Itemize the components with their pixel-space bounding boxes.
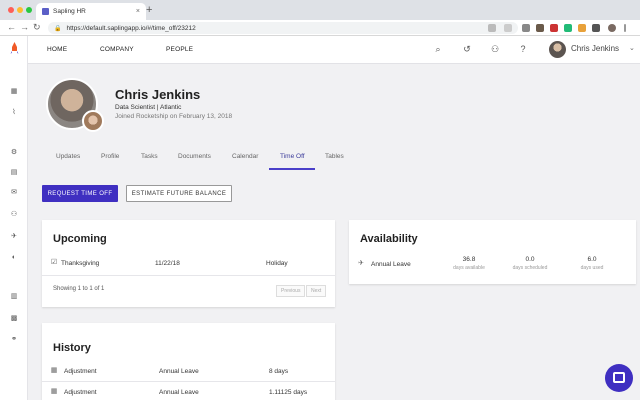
menu-icon[interactable] bbox=[624, 24, 626, 32]
days-scheduled-label: days scheduled bbox=[512, 265, 548, 271]
maximize-window-button[interactable] bbox=[26, 7, 32, 13]
extension-icon[interactable] bbox=[550, 24, 558, 32]
help-icon[interactable]: ? bbox=[518, 44, 528, 54]
nav-people[interactable]: PEOPLE bbox=[166, 46, 193, 53]
security-icon[interactable]: ◐ bbox=[10, 254, 18, 262]
availability-card: Availability ✈ Annual Leave 36.8 days av… bbox=[349, 220, 636, 284]
people-icon[interactable]: ⚇ bbox=[10, 211, 18, 219]
integrations-icon[interactable]: ⚭ bbox=[10, 336, 18, 344]
travel-icon[interactable]: ✈ bbox=[10, 233, 18, 241]
upcoming-row-name: Thanksgiving bbox=[61, 260, 100, 267]
extension-icon[interactable] bbox=[592, 24, 600, 32]
history-row-policy: Annual Leave bbox=[159, 389, 199, 396]
manager-avatar[interactable] bbox=[82, 110, 104, 132]
dashboard-icon[interactable]: ▦ bbox=[10, 88, 18, 96]
history-row-policy: Annual Leave bbox=[159, 368, 199, 375]
next-page-button[interactable]: Next bbox=[306, 285, 327, 297]
profile-icon[interactable] bbox=[608, 24, 616, 32]
extension-icon[interactable] bbox=[536, 24, 544, 32]
close-window-button[interactable] bbox=[8, 7, 14, 13]
upcoming-divider bbox=[42, 275, 335, 276]
days-used-label: days used bbox=[580, 265, 604, 271]
extension-icon[interactable] bbox=[522, 24, 530, 32]
calendar-check-icon: ☑ bbox=[50, 259, 58, 266]
history-divider bbox=[42, 381, 335, 382]
url-text: https://default.saplingapp.io/#/time_off… bbox=[66, 24, 196, 32]
add-person-icon[interactable]: ⚇ bbox=[490, 44, 500, 54]
forward-icon[interactable]: → bbox=[20, 22, 29, 32]
history-row-amount: 1.11125 days bbox=[269, 389, 308, 396]
profile-role: Data Scientist | Atlantic bbox=[115, 104, 182, 111]
company-icon[interactable]: ▥ bbox=[10, 293, 18, 301]
tab-calendar[interactable]: Calendar bbox=[232, 153, 258, 160]
profile-join-date: Joined Rocketship on February 13, 2018 bbox=[115, 113, 233, 120]
tab-documents[interactable]: Documents bbox=[178, 153, 211, 160]
tab-profile[interactable]: Profile bbox=[101, 153, 119, 160]
user-name[interactable]: Chris Jenkins bbox=[571, 44, 619, 53]
history-card: History ▦ Adjustment Annual Leave 8 days… bbox=[42, 323, 335, 400]
request-time-off-button[interactable]: REQUEST TIME OFF bbox=[42, 185, 118, 202]
extension-icon[interactable] bbox=[564, 24, 572, 32]
documents-icon[interactable]: ▤ bbox=[10, 169, 18, 177]
left-rail: ▦ ⌇ ⚙ ▤ ✉ ⚇ ✈ ◐ ▥ ▩ ⚭ bbox=[0, 36, 28, 400]
nav-company[interactable]: COMPANY bbox=[100, 46, 134, 53]
profile-tabs: Updates Profile Tasks Documents Calendar… bbox=[42, 148, 640, 168]
reload-icon[interactable]: ↻ bbox=[33, 22, 41, 33]
browser-tab-bar: Sapling HR × + bbox=[0, 0, 640, 20]
nav-home[interactable]: HOME bbox=[47, 46, 67, 53]
sapling-favicon-icon bbox=[42, 8, 49, 15]
back-icon[interactable]: ← bbox=[7, 22, 16, 32]
browser-address-bar: ← → ↻ 🔒 https://default.saplingapp.io/#/… bbox=[0, 20, 640, 36]
rocket-logo-icon[interactable] bbox=[10, 42, 19, 55]
availability-policy: Annual Leave bbox=[371, 261, 411, 268]
upcoming-showing-count: Showing 1 to 1 of 1 bbox=[53, 286, 105, 292]
previous-page-button[interactable]: Previous bbox=[276, 285, 306, 297]
tab-tasks[interactable]: Tasks bbox=[141, 153, 158, 160]
browser-tab[interactable]: Sapling HR × bbox=[36, 3, 146, 20]
chat-icon bbox=[613, 372, 625, 383]
history-row-type: Adjustment bbox=[64, 389, 97, 396]
upcoming-title: Upcoming bbox=[53, 233, 107, 245]
history-row-type: Adjustment bbox=[64, 368, 97, 375]
days-available-label: days available bbox=[453, 265, 485, 271]
grid-icon[interactable]: ▩ bbox=[10, 315, 18, 323]
active-tab-indicator bbox=[269, 168, 315, 170]
extension-icon[interactable] bbox=[578, 24, 586, 32]
upcoming-row-type: Holiday bbox=[266, 260, 288, 267]
key-icon[interactable] bbox=[488, 24, 496, 32]
history-title: History bbox=[53, 342, 91, 354]
calculator-icon: ▦ bbox=[50, 367, 58, 374]
history-row-amount: 8 days bbox=[269, 368, 289, 375]
new-tab-button[interactable]: + bbox=[146, 4, 152, 16]
reports-icon[interactable]: ⌇ bbox=[10, 109, 18, 117]
browser-tab-title: Sapling HR bbox=[53, 8, 86, 15]
user-avatar[interactable] bbox=[549, 41, 566, 58]
lock-icon: 🔒 bbox=[54, 25, 62, 32]
app-top-nav: HOME COMPANY PEOPLE ⌕ ↺ ⚇ ? Chris Jenkin… bbox=[28, 36, 640, 64]
airplane-icon: ✈ bbox=[358, 260, 364, 267]
days-available-value: 36.8 bbox=[462, 256, 476, 263]
star-icon[interactable] bbox=[504, 24, 512, 32]
mail-icon[interactable]: ✉ bbox=[10, 189, 18, 197]
estimate-future-balance-button[interactable]: ESTIMATE FUTURE BALANCE bbox=[126, 185, 232, 202]
tab-time-off[interactable]: Time Off bbox=[280, 153, 305, 160]
upcoming-card: Upcoming ☑ Thanksgiving 11/22/18 Holiday… bbox=[42, 220, 335, 307]
tab-close-icon[interactable]: × bbox=[136, 8, 140, 15]
tab-tables[interactable]: Tables bbox=[325, 153, 344, 160]
history-icon[interactable]: ↺ bbox=[462, 44, 472, 54]
chevron-down-icon[interactable]: ⌄ bbox=[629, 44, 635, 52]
minimize-window-button[interactable] bbox=[17, 7, 23, 13]
tab-updates[interactable]: Updates bbox=[56, 153, 80, 160]
url-field[interactable]: 🔒 https://default.saplingapp.io/#/time_o… bbox=[48, 22, 518, 34]
search-icon[interactable]: ⌕ bbox=[433, 44, 443, 54]
availability-title: Availability bbox=[360, 233, 418, 245]
settings-icon[interactable]: ⚙ bbox=[10, 149, 18, 157]
profile-name: Chris Jenkins bbox=[115, 87, 201, 102]
days-used-value: 6.0 bbox=[587, 256, 597, 263]
days-scheduled-value: 0.0 bbox=[525, 256, 535, 263]
upcoming-row-date: 11/22/18 bbox=[155, 260, 180, 267]
chat-launcher-button[interactable] bbox=[605, 364, 633, 392]
calculator-icon: ▦ bbox=[50, 388, 58, 395]
